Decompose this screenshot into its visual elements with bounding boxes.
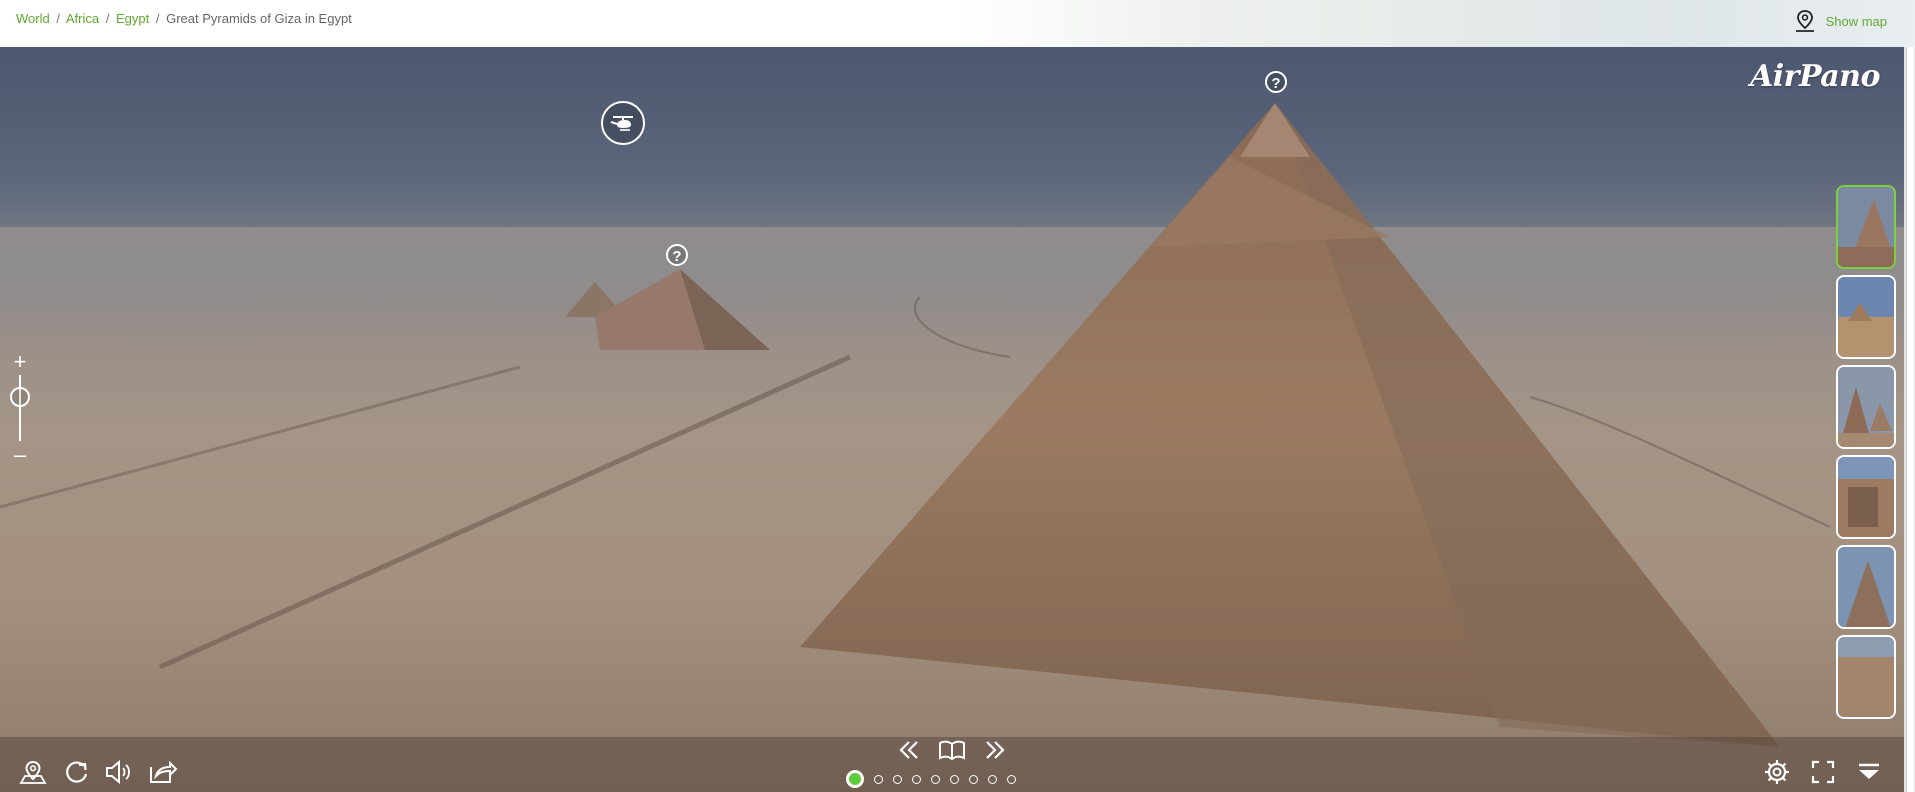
pagination-dot[interactable] — [912, 774, 921, 784]
breadcrumb-separator: / — [56, 11, 60, 26]
pagination-dot[interactable] — [1007, 774, 1016, 784]
breadcrumb-egypt[interactable]: Egypt — [116, 11, 149, 26]
scrollbar-thumb[interactable] — [1906, 47, 1914, 792]
tour-navigation — [898, 739, 1006, 761]
top-bar: World / Africa / Egypt / Great Pyramids … — [0, 0, 1915, 47]
zoom-in-button[interactable]: + — [9, 351, 31, 373]
map-pin-icon[interactable] — [18, 759, 48, 785]
breadcrumb-world[interactable]: World — [16, 11, 50, 26]
bottom-right-controls — [1764, 759, 1882, 785]
thumbnail-3[interactable] — [1836, 365, 1896, 449]
thumbnail-4[interactable] — [1836, 455, 1896, 539]
double-chevron-left-icon[interactable] — [898, 739, 920, 761]
info-hotspot[interactable]: ? — [666, 244, 688, 266]
share-icon[interactable] — [148, 759, 178, 785]
collapse-icon[interactable] — [1856, 759, 1882, 785]
zoom-control: + – — [9, 351, 31, 491]
pagination-dot[interactable] — [931, 774, 940, 784]
breadcrumb-separator: / — [105, 11, 110, 26]
book-icon[interactable] — [938, 739, 966, 761]
thumbnail-6[interactable] — [1836, 635, 1896, 719]
pagination-dot[interactable] — [893, 774, 902, 784]
panorama-viewer[interactable]: AirPano ? ? + – — [0, 47, 1904, 792]
thumbnail-1[interactable] — [1836, 185, 1896, 269]
thumbnail-5[interactable] — [1836, 545, 1896, 629]
pagination-dot[interactable] — [969, 774, 978, 784]
speaker-icon[interactable] — [104, 759, 134, 785]
pagination-dot[interactable] — [950, 774, 959, 784]
zoom-slider-handle[interactable] — [10, 387, 30, 407]
map-pin-icon — [1795, 10, 1814, 32]
gear-icon[interactable] — [1764, 759, 1790, 785]
show-map-label: Show map — [1825, 13, 1887, 29]
fullscreen-icon[interactable] — [1810, 759, 1836, 785]
panorama-thumbnails — [1834, 185, 1900, 765]
show-map-button[interactable]: Show map — [1794, 9, 1887, 33]
rotate-icon[interactable] — [62, 759, 90, 785]
panorama-pagination — [846, 770, 1016, 788]
info-hotspot[interactable]: ? — [1265, 71, 1287, 93]
pagination-dot[interactable] — [874, 774, 883, 784]
bottom-left-controls — [18, 759, 178, 785]
aerial-view-button[interactable] — [601, 101, 645, 145]
zoom-track[interactable] — [19, 375, 21, 441]
double-chevron-right-icon[interactable] — [984, 739, 1006, 761]
breadcrumb: World / Africa / Egypt / Great Pyramids … — [16, 11, 352, 26]
page-scrollbar[interactable] — [1904, 47, 1915, 792]
breadcrumb-separator: / — [155, 11, 160, 26]
airpano-logo: AirPano — [1750, 59, 1881, 94]
pagination-dot[interactable] — [988, 774, 997, 784]
breadcrumb-africa[interactable]: Africa — [66, 11, 99, 26]
zoom-out-button[interactable]: – — [9, 444, 31, 466]
panorama-scene — [0, 103, 1904, 792]
thumbnail-2[interactable] — [1836, 275, 1896, 359]
breadcrumb-current: Great Pyramids of Giza in Egypt — [166, 11, 352, 26]
helicopter-icon — [610, 116, 633, 131]
pagination-dot[interactable] — [846, 770, 864, 788]
